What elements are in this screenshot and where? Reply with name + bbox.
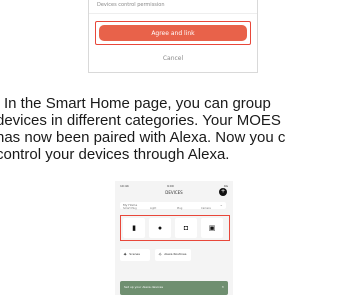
device-card-smart-plug[interactable]: ▮	[123, 218, 145, 238]
alexa-routines-button[interactable]: ✧ Alexa Routines	[155, 249, 191, 261]
close-icon[interactable]: ×	[222, 284, 224, 289]
link-dialog: Devices control permission Agree and lin…	[88, 0, 258, 73]
chevron-down-icon: ⌄	[219, 202, 223, 207]
camera-icon: ▣	[208, 224, 216, 232]
device-label: Camera	[201, 207, 211, 210]
device-label: Smart Plug	[123, 207, 137, 210]
paragraph-line: devices in different categories. Your MO…	[0, 112, 281, 129]
device-label: Light	[150, 207, 157, 210]
status-center: 9:00	[167, 184, 174, 188]
status-time: 10:44	[120, 184, 129, 188]
setup-banner[interactable]: Set up your Alexa devices ×	[120, 281, 228, 295]
device-card-plug[interactable]: ◘	[175, 218, 197, 238]
paragraph-line: control your devices through Alexa.	[0, 146, 230, 163]
device-card-light[interactable]: ●	[149, 218, 171, 238]
scenes-button[interactable]: ✦ Scenes	[120, 249, 150, 261]
scene-icon: ✦	[123, 252, 128, 258]
plug-icon: ▮	[132, 224, 136, 232]
add-device-icon[interactable]: +	[219, 188, 227, 196]
cancel-button[interactable]: Cancel	[89, 55, 257, 62]
banner-text: Set up your Alexa devices	[124, 285, 164, 289]
action-label: Scenes	[129, 252, 140, 257]
paragraph-line: has now been paired with Alexa. Now you …	[0, 129, 286, 146]
divider	[89, 13, 257, 14]
phone-screenshot: 10:44 9:00 4G DEVICES + My Home ⌄ ▮ ● ◘ …	[115, 181, 233, 295]
device-label: Plug	[177, 207, 183, 210]
page-title: DEVICES	[165, 190, 183, 195]
routine-icon: ✧	[158, 252, 163, 258]
device-list-highlight: ▮ ● ◘ ▣	[120, 215, 230, 241]
agree-highlight: Agree and link	[95, 21, 251, 45]
bulb-icon: ●	[157, 224, 163, 232]
permission-item: Devices control permission	[97, 2, 165, 8]
socket-icon: ◘	[183, 224, 189, 232]
instruction-paragraph: In the Smart Home page, you can group de…	[0, 95, 346, 175]
action-label: Alexa Routines	[164, 252, 187, 257]
paragraph-line: In the Smart Home page, you can group	[4, 95, 271, 112]
device-card-camera[interactable]: ▣	[201, 218, 223, 238]
agree-and-link-button[interactable]: Agree and link	[99, 25, 247, 41]
